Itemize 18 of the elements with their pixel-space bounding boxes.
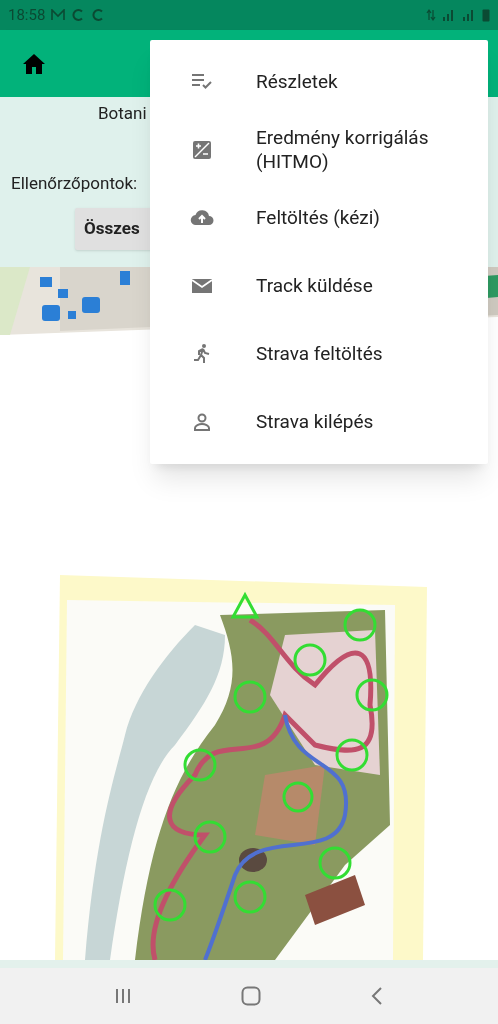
signal-icon — [462, 9, 476, 21]
menu-item[interactable]: Részletek — [150, 48, 488, 116]
image-plus-icon — [190, 138, 214, 162]
home-icon[interactable] — [22, 52, 46, 75]
data-icon — [426, 8, 436, 22]
recent-apps-icon[interactable] — [115, 988, 131, 1004]
checkpoints-label: Ellenőrzőpontok: — [11, 171, 139, 195]
battery-icon — [482, 8, 490, 22]
back-icon[interactable] — [371, 987, 383, 1005]
menu-item[interactable]: Strava kilépés — [150, 388, 488, 456]
menu-item[interactable]: Strava feltöltés — [150, 320, 488, 388]
status-time: 18:58 — [8, 4, 46, 26]
menu-item[interactable]: Track küldése — [150, 252, 488, 320]
menu-item[interactable]: Eredmény korrigálás (HITMO) — [150, 116, 488, 184]
home-button-icon[interactable] — [241, 986, 261, 1006]
course-title: Botani — [98, 102, 148, 125]
mail-icon — [51, 9, 66, 21]
signal-icon — [442, 9, 456, 21]
